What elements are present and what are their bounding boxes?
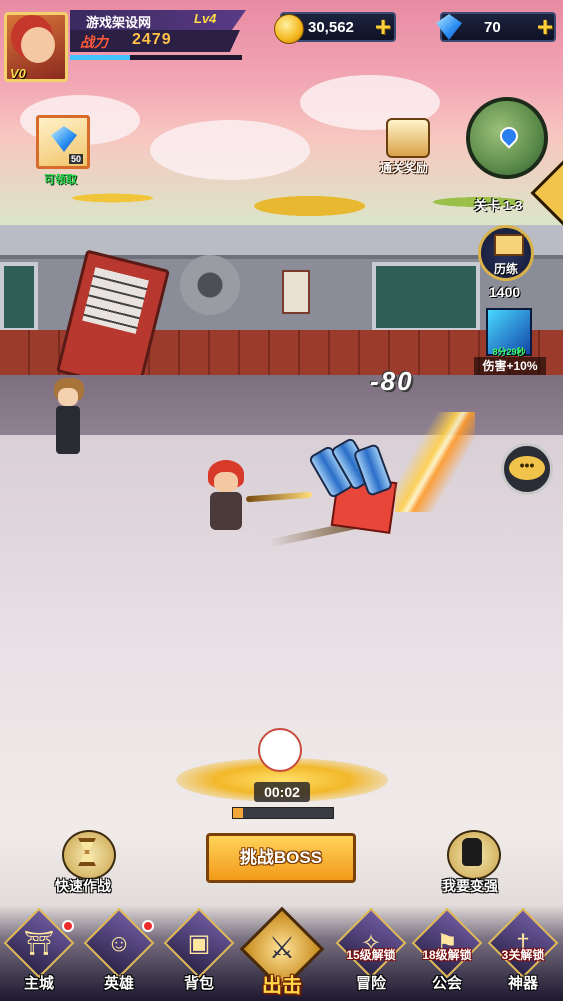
crossed-swords-icon: ⚔ [268, 932, 296, 965]
wall-window [372, 262, 480, 332]
ally-body [56, 406, 80, 454]
gift-label: 可领取 [44, 174, 77, 186]
nav-label: 背包 [183, 975, 214, 992]
gift-quantity: 50 [68, 154, 83, 164]
hero-portrait-icon: ☺ [106, 930, 132, 957]
nav-label: 主城 [23, 975, 54, 992]
power-value: 2479 [132, 31, 172, 48]
get-stronger-label[interactable]: 我要变强 [442, 876, 498, 896]
wall-window [0, 262, 38, 332]
game-stage: V0 游戏架设网 Lv4 战力 2479 30,562 + 70 + 50 可领… [0, 0, 563, 1001]
loot-timer: 00:02 [254, 782, 310, 802]
castle-icon: ⛩ [23, 930, 55, 957]
nav-label: 出击 [262, 975, 302, 997]
training-value: 1400 [489, 284, 521, 300]
wall-crack [180, 255, 240, 315]
nav-heroes[interactable]: ☺ 英雄 [83, 907, 155, 1000]
player-name: 游戏架设网 [86, 15, 152, 30]
stage-label: 关卡 1-3 [474, 198, 523, 213]
ally-character [48, 378, 88, 460]
treasure-chest-icon[interactable] [386, 118, 430, 158]
avatar-face [21, 27, 55, 63]
add-gold-button[interactable]: + [370, 12, 396, 42]
challenge-boss-button[interactable]: 挑战BOSS [206, 833, 356, 883]
diamond-icon [51, 126, 77, 152]
hero-head [214, 472, 238, 492]
exp-bar [70, 55, 242, 60]
notification-dot [62, 920, 74, 932]
nav-label: 神器 [507, 975, 538, 992]
unlock-requirement: 18级解锁 [422, 948, 472, 962]
nav-adventure[interactable]: ✧ 15级解锁 冒险 [335, 907, 407, 1000]
player-level: Lv4 [194, 11, 217, 26]
quick-battle-label[interactable]: 快速作战 [55, 876, 111, 896]
hero-character [200, 460, 250, 535]
gold-coin-icon [274, 14, 304, 44]
ally-head [58, 388, 78, 406]
loot-progress-bar [232, 807, 334, 819]
notification-dot [142, 920, 154, 932]
lucky-cat-icon [258, 728, 302, 772]
nav-artifact[interactable]: † 3关解锁 神器 [487, 907, 559, 1000]
vip-level: V0 [10, 66, 26, 81]
gem-amount: 70 [484, 19, 501, 36]
damage-number: -80 [370, 366, 414, 396]
nav-attack[interactable]: ⚔ 出击 [236, 905, 328, 1001]
nav-label: 冒险 [355, 975, 386, 992]
backpack-icon: ▣ [187, 930, 211, 957]
nav-label: 公会 [431, 975, 462, 992]
unlock-requirement: 15级解锁 [346, 948, 396, 962]
nav-backpack[interactable]: ▣ 背包 [163, 907, 235, 1000]
exp-bar-fill [70, 55, 131, 60]
nav-label: 英雄 [103, 975, 134, 992]
add-gems-button[interactable]: + [532, 12, 558, 42]
book-icon [494, 234, 524, 256]
chat-bubble-icon: ••• [509, 456, 545, 480]
hero-body [210, 492, 242, 530]
training-label: 历练 [494, 262, 519, 276]
buff-label: 伤害+10% [474, 357, 546, 375]
loot-progress-fill [233, 808, 243, 818]
power-label: 战力 [80, 34, 108, 50]
wall-poster [282, 270, 310, 314]
clear-reward-label[interactable]: 通关奖励 [380, 159, 428, 176]
gold-amount: 30,562 [308, 19, 354, 36]
claimable-gift-button[interactable]: 50 [36, 115, 90, 169]
fist-icon [462, 838, 482, 866]
nav-main-city[interactable]: ⛩ 主城 [3, 907, 75, 1000]
hit-effect [395, 412, 475, 512]
unlock-requirement: 3关解锁 [501, 948, 545, 962]
nav-guild[interactable]: ⚑ 18级解锁 公会 [411, 907, 483, 1000]
